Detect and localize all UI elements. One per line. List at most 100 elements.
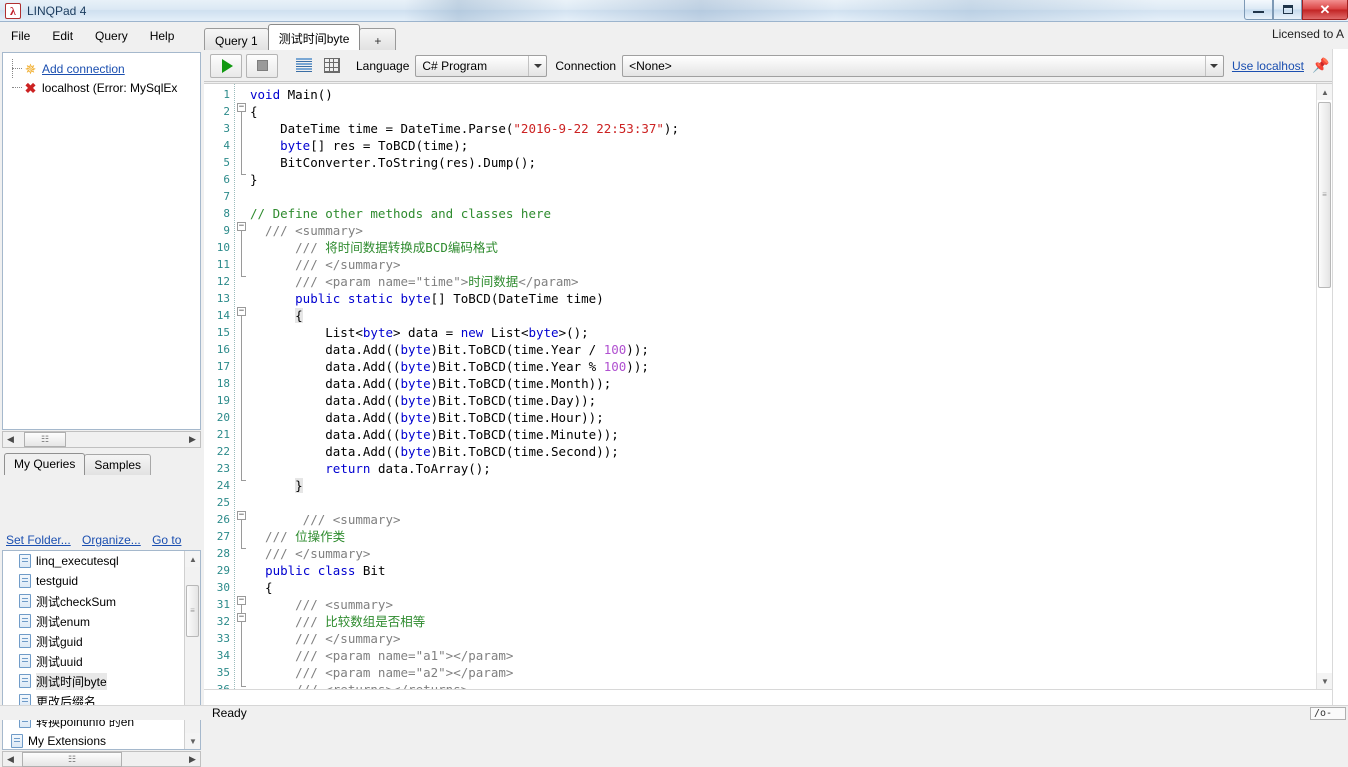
licensed-to-text: Licensed to A [1271,27,1344,41]
document-icon [11,734,23,748]
list-item[interactable]: 测试uuid [3,651,200,671]
fold-toggle-icon[interactable]: − [237,613,246,622]
line-number: 36 [204,681,234,689]
fold-column[interactable]: − − − − − − [235,84,249,689]
line-number: 1 [223,88,230,101]
connections-horizontal-scrollbar[interactable]: ◀ ☷ ▶ [2,431,201,448]
chevron-down-icon [1204,55,1223,76]
list-item[interactable]: My Extensions [3,731,200,749]
menu-item-help[interactable]: Help [139,25,186,47]
list-item[interactable]: 测试guid [3,631,200,651]
list-item[interactable]: 测试enum [3,611,200,631]
set-folder-link[interactable]: Set Folder... [6,533,71,547]
scroll-right-icon[interactable]: ▶ [185,752,200,767]
list-item-label: My Extensions [28,734,107,748]
connection-label-localhost: localhost (Error: MySqlEx [42,80,178,95]
editor-vertical-scrollbar[interactable]: ▲ ≡ ▼ [1316,84,1332,689]
line-number: 13 [216,292,230,305]
list-item-label: 测试uuid [36,654,83,669]
query-toolbar: Language C# Program Connection <None> Us… [204,50,1348,82]
menu-item-query[interactable]: Query [84,25,139,47]
line-number: 29 [216,564,230,577]
tree-line [9,78,23,97]
connections-panel: ✵ Add connection ✖ localhost (Error: MyS… [2,52,201,430]
star-icon: ✵ [24,60,37,77]
scrollbar-thumb[interactable]: ☷ [22,751,122,767]
minimize-icon [1253,10,1264,13]
new-tab-button[interactable]: + [359,28,397,50]
go-to-link[interactable]: Go to [152,533,181,547]
line-number: 24 [216,479,230,492]
pin-icon[interactable]: 📌 [1312,56,1330,76]
queries-horizontal-scrollbar[interactable]: ◀ ☷ ▶ [2,751,201,767]
red-x-icon: ✖ [24,79,37,96]
line-number: 32 [216,615,230,628]
list-item-label: 测试guid [36,634,83,649]
maximize-button[interactable] [1273,0,1302,20]
line-number: 27 [216,530,230,543]
line-number: 11 [216,258,230,271]
connection-dropdown[interactable]: <None> [622,54,1224,77]
scroll-up-icon[interactable]: ▲ [185,551,200,567]
use-localhost-link[interactable]: Use localhost [1232,59,1304,73]
code-text[interactable]: void Main() { DateTime time = DateTime.P… [250,86,1316,689]
scroll-right-icon[interactable]: ▶ [185,432,200,447]
title-bar: λ LINQPad 4 ✕ [0,0,1348,22]
organize-link[interactable]: Organize... [82,533,141,547]
lambda-icon: λ [5,2,21,19]
tree-row-add-connection[interactable]: ✵ Add connection [3,59,200,78]
fold-toggle-icon[interactable]: − [237,307,246,316]
document-icon [19,634,31,648]
results-grid-view-button[interactable] [320,54,344,78]
status-indicator: /o- [1310,707,1346,720]
line-number: 18 [216,377,230,390]
line-number: 6 [223,173,230,186]
menu-item-file[interactable]: File [0,25,41,47]
editor-horizontal-scrollbar[interactable] [204,689,1332,705]
my-queries-list[interactable]: linq_executesql testguid 测试checkSum 测试enum 测… [2,550,201,750]
scroll-down-icon[interactable]: ▼ [185,733,200,749]
results-list-view-button[interactable] [292,54,316,78]
scrollbar-thumb[interactable]: ☷ [24,432,66,447]
close-button[interactable]: ✕ [1302,0,1348,20]
tab-samples[interactable]: Samples [84,454,152,475]
scroll-left-icon[interactable]: ◀ [3,752,18,767]
scroll-left-icon[interactable]: ◀ [3,432,18,447]
fold-toggle-icon[interactable]: − [237,222,246,231]
tab-my-queries[interactable]: My Queries [4,453,86,475]
run-button[interactable] [210,53,242,78]
tree-row-localhost[interactable]: ✖ localhost (Error: MySqlEx [3,78,200,97]
line-numbers: 1 2 3 4 5 6 7 8 9 10 11 12 13 14 15 16 17 18 19 20 21 22 23 24 2… [204,86,234,689]
list-item-label: 测试checkSum [36,594,117,609]
fold-toggle-icon[interactable]: − [237,511,246,520]
stop-button[interactable] [246,53,278,78]
scroll-down-icon[interactable]: ▼ [1317,673,1332,689]
line-number: 22 [216,445,230,458]
scroll-up-icon[interactable]: ▲ [1317,84,1332,100]
line-number: 5 [223,156,230,169]
language-dropdown[interactable]: C# Program [415,54,548,77]
tab-query-1[interactable]: Query 1 [204,28,269,50]
line-number: 3 [223,122,230,135]
list-item[interactable]: 测试checkSum [3,591,200,611]
list-item[interactable]: testguid [3,571,200,591]
scrollbar-thumb[interactable]: ≡ [186,585,199,637]
minimize-button[interactable] [1244,0,1273,20]
document-icon [19,654,31,668]
chevron-down-icon [528,55,546,76]
fold-toggle-icon[interactable]: − [237,103,246,112]
line-number: 20 [216,411,230,424]
fold-toggle-icon[interactable]: − [237,596,246,605]
scrollbar-thumb[interactable]: ≡ [1318,102,1331,288]
line-number: 14 [216,309,230,322]
right-scroll-rail [1332,49,1348,705]
menu-item-edit[interactable]: Edit [41,25,84,47]
document-icon [19,614,31,628]
list-item[interactable]: linq_executesql [3,551,200,571]
list-item[interactable]: 测试时间byte [3,671,200,691]
add-connection-link[interactable]: Add connection [42,62,125,76]
window-controls[interactable]: ✕ [1244,0,1348,21]
document-icon [19,574,31,588]
code-editor[interactable]: 1 2 3 4 5 6 7 8 9 10 11 12 13 14 15 16 17 18 19 20 21 22 23 24 2… [204,83,1332,689]
tab-active-query[interactable]: 测试时间byte [267,24,361,50]
